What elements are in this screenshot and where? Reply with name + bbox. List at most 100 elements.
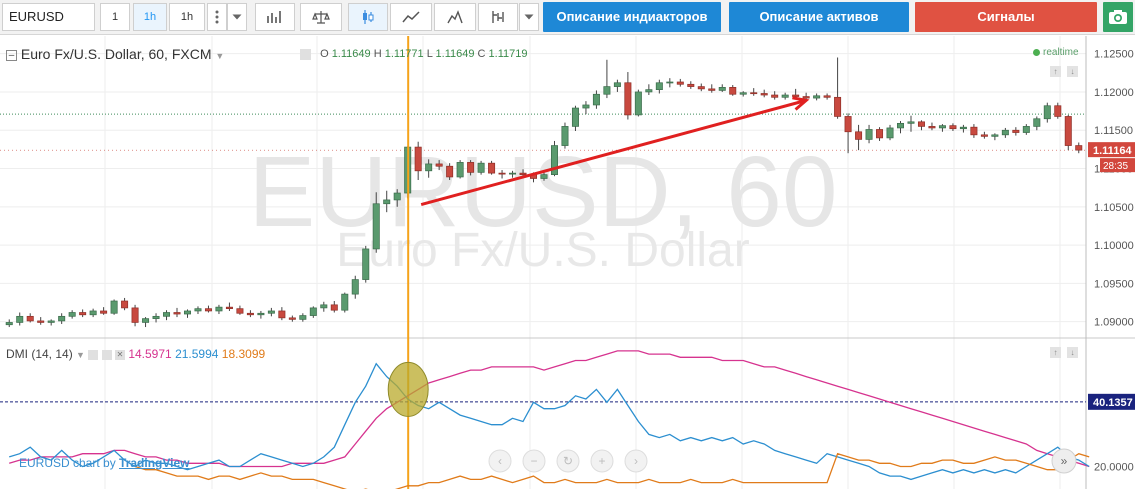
interval-1h-button[interactable]: 1h bbox=[169, 3, 205, 31]
candle-body bbox=[949, 125, 957, 130]
candle bbox=[959, 124, 967, 133]
zoom-in-icon-glyph: + bbox=[598, 454, 605, 468]
candle-body bbox=[844, 116, 852, 133]
candle bbox=[844, 113, 852, 154]
interval-1-button[interactable]: 1 bbox=[100, 3, 130, 31]
candle-body bbox=[1043, 105, 1051, 120]
more-intervals-icon[interactable] bbox=[207, 3, 227, 31]
realtime-dot-icon bbox=[1033, 48, 1040, 56]
candle-body bbox=[540, 174, 548, 179]
attribution-brand-link[interactable]: TradingView bbox=[119, 456, 189, 470]
zoom-in-icon[interactable]: + bbox=[590, 449, 614, 473]
candle-body bbox=[676, 81, 684, 85]
ohlc-low: 1.11649 bbox=[435, 48, 475, 60]
attribution[interactable]: EURUSD chart by TradingView bbox=[19, 456, 190, 470]
candle-body bbox=[897, 122, 905, 129]
candle bbox=[1075, 142, 1083, 154]
dmi-legend[interactable]: DMI (14, 14) ▼ ✕ 14.5971 21.5994 18.3099 bbox=[6, 347, 265, 361]
indicators-icon[interactable] bbox=[478, 3, 518, 31]
candle-body bbox=[288, 317, 296, 320]
candle bbox=[121, 297, 129, 311]
candle-body bbox=[582, 104, 590, 109]
area-style-icon[interactable] bbox=[434, 3, 476, 31]
candle-body bbox=[79, 312, 87, 316]
scroll-to-end-icon[interactable]: » bbox=[1051, 448, 1077, 474]
realtime-label: realtime bbox=[1043, 47, 1079, 58]
dmi-value-2: 21.5994 bbox=[175, 347, 219, 361]
interval-dropdown-icon[interactable] bbox=[227, 3, 247, 31]
candle-body bbox=[183, 310, 191, 315]
compare-scales-icon[interactable] bbox=[300, 3, 342, 31]
candle bbox=[16, 312, 24, 326]
candle-body bbox=[435, 163, 443, 167]
candle bbox=[79, 309, 87, 318]
candle bbox=[236, 305, 244, 315]
snapshot-button[interactable] bbox=[1103, 2, 1133, 32]
dmi-visibility-icon[interactable] bbox=[101, 349, 112, 360]
candle-body bbox=[907, 121, 915, 124]
candle-body bbox=[855, 131, 863, 140]
candle bbox=[5, 319, 13, 328]
line-style-icon[interactable] bbox=[390, 3, 432, 31]
series-menu-icon[interactable]: ▼ bbox=[215, 51, 224, 61]
candle-body bbox=[58, 315, 66, 322]
ohlc-o-label: O bbox=[320, 48, 329, 60]
pane-up-icon[interactable]: ↑ bbox=[1050, 66, 1061, 77]
dmi-settings-icon[interactable] bbox=[88, 349, 99, 360]
candle-body bbox=[47, 320, 55, 323]
reset-icon[interactable]: ↻ bbox=[556, 449, 580, 473]
camera-icon bbox=[1109, 10, 1127, 24]
price-tick-label: 1.12000 bbox=[1094, 87, 1134, 99]
candle-body bbox=[236, 308, 244, 314]
candle-body bbox=[792, 94, 800, 97]
candle-body bbox=[823, 95, 831, 98]
candle-body bbox=[142, 318, 150, 323]
candle bbox=[550, 140, 558, 177]
candle bbox=[834, 57, 842, 119]
scroll-to-end-glyph: » bbox=[1061, 454, 1068, 468]
candle-body bbox=[5, 322, 13, 326]
candle-body bbox=[886, 127, 894, 139]
countdown-label: 28:35 bbox=[1103, 161, 1128, 172]
ohlc-close: 1.11719 bbox=[488, 48, 528, 60]
dmi-pane-down-icon[interactable]: ↓ bbox=[1067, 347, 1078, 358]
chart-canvas[interactable]: EURUSD, 60 Euro Fx/U.S. Dollar ‹ − ↻ + ›» 1.… bbox=[0, 36, 1135, 489]
ohlc-l-label: L bbox=[426, 48, 433, 60]
candle bbox=[362, 245, 370, 283]
candle-body bbox=[110, 300, 118, 314]
zoom-out-icon[interactable]: − bbox=[522, 449, 546, 473]
candle-body bbox=[1054, 105, 1062, 117]
chart-type-dropdown-icon[interactable] bbox=[519, 3, 539, 31]
candle-body bbox=[613, 82, 621, 87]
dmi-menu-icon[interactable]: ▼ bbox=[76, 350, 85, 360]
pane-down-icon[interactable]: ↓ bbox=[1067, 66, 1078, 77]
price-tick-label: 1.11500 bbox=[1094, 125, 1133, 137]
dmi-pane-up-icon[interactable]: ↑ bbox=[1050, 347, 1061, 358]
candle bbox=[215, 304, 223, 315]
assets-description-button[interactable]: Описание активов bbox=[729, 2, 909, 32]
indicators-description-button[interactable]: Описание индиакторов bbox=[543, 2, 721, 32]
dmi-close-icon[interactable]: ✕ bbox=[114, 349, 125, 360]
candle bbox=[456, 160, 464, 179]
symbol-input[interactable]: EURUSD bbox=[2, 3, 95, 31]
main-legend[interactable]: – Euro Fx/U.S. Dollar, 60, FXCM ▼ bbox=[6, 46, 224, 62]
candle-body bbox=[739, 92, 747, 95]
candle bbox=[194, 306, 202, 315]
interval-1h-active-button[interactable]: 1h bbox=[133, 3, 167, 31]
candle-body bbox=[246, 312, 254, 316]
settings-icon[interactable] bbox=[300, 48, 311, 60]
scroll-left-icon[interactable]: ‹ bbox=[488, 449, 512, 473]
signals-button[interactable]: Сигналы bbox=[915, 2, 1097, 32]
collapse-icon[interactable]: – bbox=[6, 49, 17, 61]
candle bbox=[917, 120, 925, 131]
candle-body bbox=[802, 96, 810, 99]
chart-area[interactable]: EURUSD, 60 Euro Fx/U.S. Dollar ‹ − ↻ + ›» 1.… bbox=[0, 36, 1135, 489]
scroll-right-icon[interactable]: › bbox=[624, 449, 648, 473]
candle-body bbox=[1022, 126, 1030, 133]
candle bbox=[131, 304, 139, 327]
candle-body bbox=[876, 129, 884, 139]
candle-body bbox=[100, 310, 108, 314]
candles-style-icon[interactable] bbox=[348, 3, 388, 31]
candle-body bbox=[865, 129, 873, 140]
bars-style-icon[interactable] bbox=[255, 3, 295, 31]
